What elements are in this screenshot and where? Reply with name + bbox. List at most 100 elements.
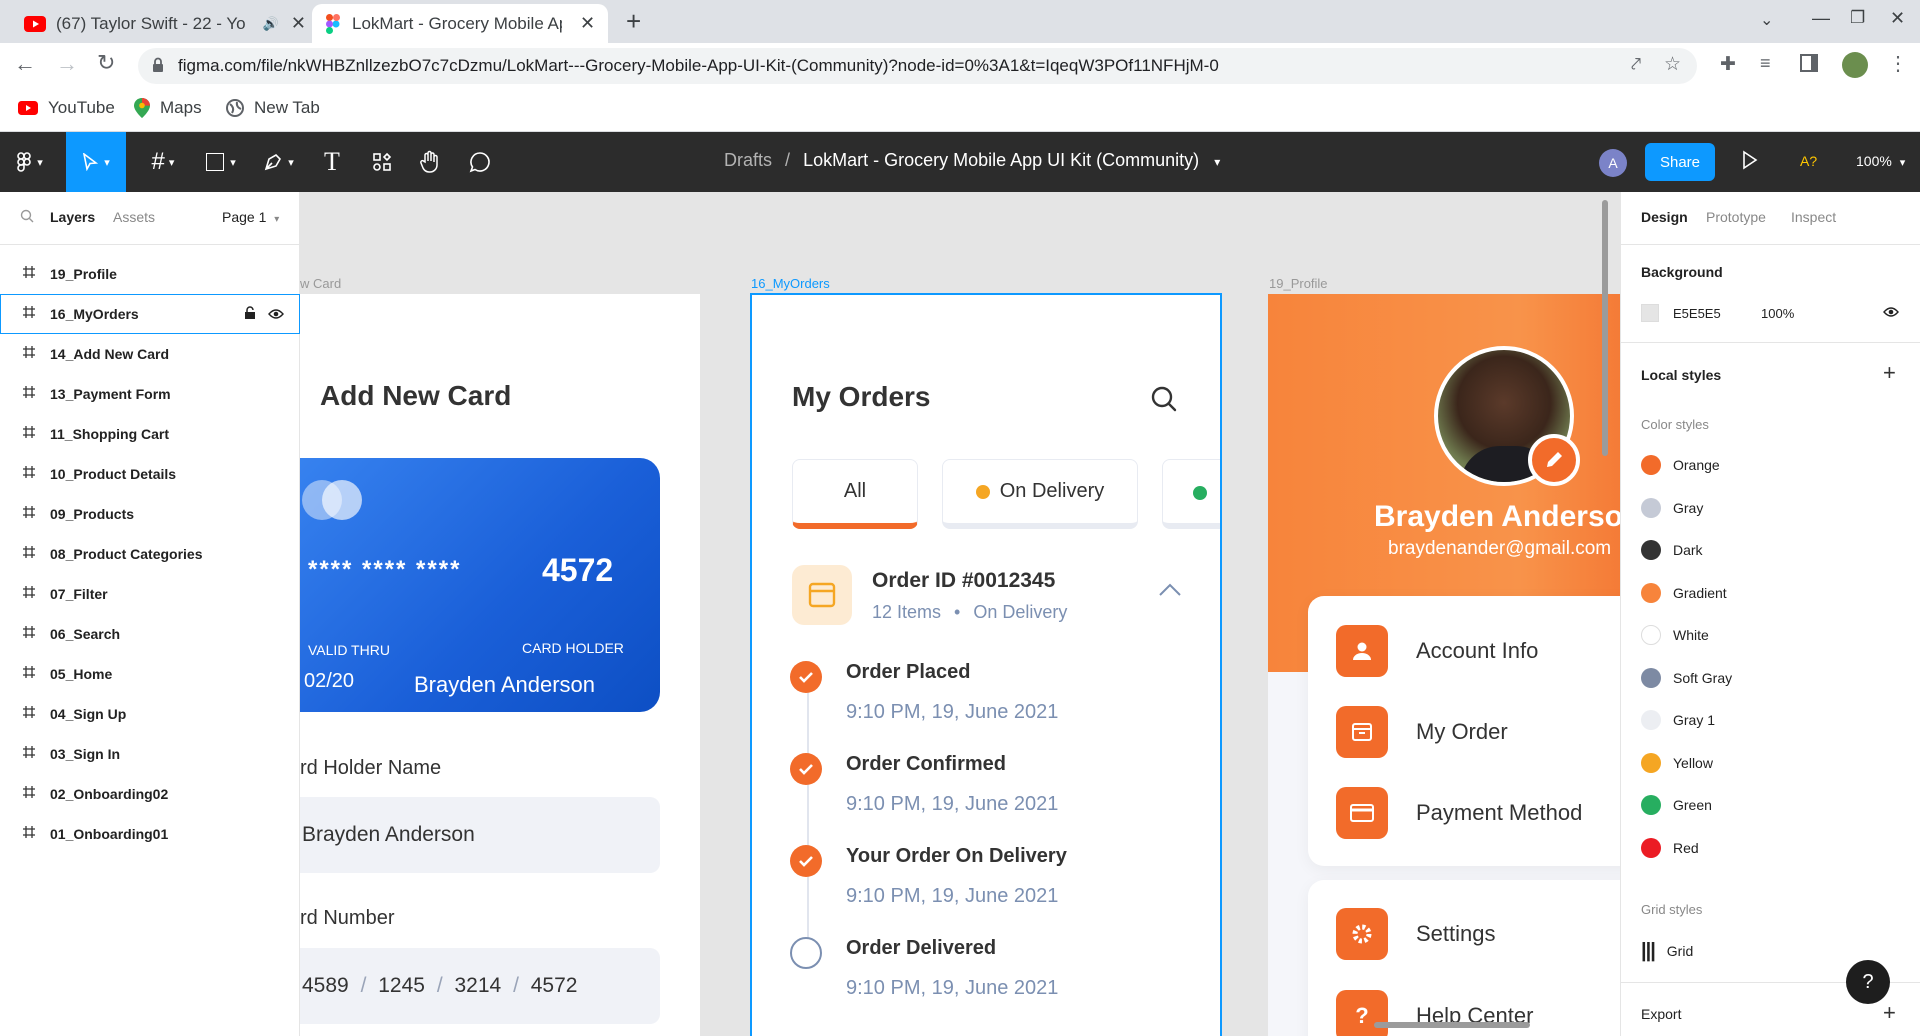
horizontal-scrollbar[interactable] [1374,1022,1530,1028]
menu-item-my-order[interactable]: My Order [1336,700,1508,764]
breadcrumb-drafts[interactable]: Drafts [724,150,772,170]
credit-card[interactable]: **** **** **** 4572 VALID THRU 02/20 CAR… [300,458,660,712]
bookmark-maps[interactable]: Maps [134,98,202,118]
grid-style-item[interactable]: ||| Grid [1641,936,1693,966]
layer-item[interactable]: 07_Filter [0,574,300,614]
eye-icon[interactable] [268,308,284,320]
layer-item[interactable]: 16_MyOrders [0,294,300,334]
extensions-icon[interactable]: ✚ [1720,53,1736,76]
text-tool[interactable]: T [312,132,352,192]
edit-avatar-button[interactable] [1528,434,1580,486]
color-style-item[interactable]: Orange [1641,450,1720,480]
tab-figma[interactable]: LokMart - Grocery Mobile Ap ✕ [312,4,608,43]
menu-item-settings[interactable]: Settings [1336,902,1496,966]
menu-item-payment-method[interactable]: Payment Method [1336,781,1582,845]
media-icon[interactable]: ≡ [1760,53,1771,74]
chevron-down-icon[interactable]: ▾ [1214,155,1220,169]
search-icon[interactable] [1150,385,1178,413]
layer-item[interactable]: 03_Sign In [0,734,300,774]
present-button[interactable] [1742,150,1758,170]
document-title[interactable]: Drafts / LokMart - Grocery Mobile App UI… [724,150,1220,171]
main-menu-button[interactable]: ▾ [0,132,60,192]
layer-item[interactable]: 08_Product Categories [0,534,300,574]
filter-tab-on-delivery[interactable]: On Delivery [942,459,1138,529]
frame-profile[interactable]: Brayden Anderson braydenander@gmail.com … [1268,294,1620,1036]
unlock-icon[interactable] [244,306,256,320]
close-tab-icon[interactable]: ✕ [291,13,306,34]
forward-icon[interactable]: → [56,51,78,77]
layer-item[interactable]: 02_Onboarding02 [0,774,300,814]
menu-item-help-center[interactable]: ? Help Center [1336,984,1533,1036]
color-style-item[interactable]: Red [1641,833,1699,863]
tab-youtube[interactable]: (67) Taylor Swift - 22 - Yo 🔊 ✕ [10,4,306,43]
reload-icon[interactable]: ↻ [97,50,115,76]
back-icon[interactable]: ← [14,51,36,77]
url-field[interactable]: figma.com/file/nkWHBZnllzezbO7c7cDzmu/Lo… [138,48,1697,84]
speaker-icon[interactable]: 🔊 [263,16,279,32]
vertical-scrollbar[interactable] [1602,200,1608,456]
color-style-item[interactable]: Green [1641,790,1712,820]
color-style-item[interactable]: Gray [1641,493,1703,523]
frame-label-profile[interactable]: 19_Profile [1269,276,1328,291]
color-style-item[interactable]: Dark [1641,535,1703,565]
color-style-item[interactable]: Yellow [1641,748,1713,778]
bookmark-youtube[interactable]: YouTube [18,98,115,118]
holder-name-input[interactable]: Brayden Anderson [300,797,660,873]
eye-icon[interactable] [1883,306,1899,318]
restore-icon[interactable]: ❐ [1850,8,1865,28]
move-tool[interactable]: ▾ [66,132,126,192]
frame-tool[interactable]: # ▾ [138,132,188,192]
chevron-up-icon[interactable] [1158,583,1182,597]
bookmark-new-tab[interactable]: New Tab [226,98,320,118]
share-icon[interactable]: ⤤ [1631,54,1641,75]
background-opacity-input[interactable]: 100% [1761,306,1794,321]
layer-item[interactable]: 06_Search [0,614,300,654]
zoom-dropdown[interactable]: 100% ▾ [1856,153,1905,169]
background-hex-input[interactable]: E5E5E5 [1673,306,1721,321]
avatar[interactable]: A [1599,149,1627,177]
filter-tab-all[interactable]: All [792,459,918,529]
frame-my-orders[interactable]: My Orders All On Delivery Order ID #0012… [750,293,1222,1036]
tab-prototype[interactable]: Prototype [1706,209,1766,225]
shape-tool[interactable]: ▾ [196,132,246,192]
close-tab-icon[interactable]: ✕ [580,13,595,34]
add-export-icon[interactable]: + [1883,1000,1896,1026]
menu-item-account-info[interactable]: Account Info [1336,619,1538,683]
resources-tool[interactable] [362,132,402,192]
color-style-item[interactable]: White [1641,620,1709,650]
layer-item[interactable]: 10_Product Details [0,454,300,494]
layer-item[interactable]: 14_Add New Card [0,334,300,374]
color-style-item[interactable]: Gray 1 [1641,705,1715,735]
layer-item[interactable]: 05_Home [0,654,300,694]
search-icon[interactable] [20,209,34,223]
filter-tab-delivered[interactable] [1162,459,1220,529]
close-window-icon[interactable]: ✕ [1890,8,1905,29]
tab-design[interactable]: Design [1641,209,1688,225]
layer-item[interactable]: 11_Shopping Cart [0,414,300,454]
comment-tool[interactable] [460,132,500,192]
background-swatch[interactable] [1641,304,1659,322]
frame-label-add-card[interactable]: w Card [300,276,341,291]
add-style-icon[interactable]: + [1883,360,1896,386]
frame-label-my-orders[interactable]: 16_MyOrders [751,276,830,291]
page-selector[interactable]: Page 1 ▾ [222,209,279,225]
pen-tool[interactable]: ▾ [254,132,304,192]
tab-layers[interactable]: Layers [50,209,95,225]
profile-avatar[interactable] [1842,52,1868,78]
new-tab-button[interactable]: + [626,6,641,37]
file-name[interactable]: LokMart - Grocery Mobile App UI Kit (Com… [803,150,1199,170]
chevron-down-icon[interactable]: ⌄ [1760,10,1773,30]
sidepanel-icon[interactable] [1800,54,1818,72]
minimize-icon[interactable]: — [1812,8,1830,29]
star-icon[interactable]: ☆ [1664,53,1681,76]
color-style-item[interactable]: Soft Gray [1641,663,1732,693]
layer-item[interactable]: 13_Payment Form [0,374,300,414]
share-button[interactable]: Share [1645,143,1715,181]
card-number-input[interactable]: 4589 / 1245 / 3214 / 4572 [300,948,660,1024]
hand-tool[interactable] [410,132,450,192]
menu-icon[interactable]: ⋮ [1888,51,1908,76]
layer-item[interactable]: 04_Sign Up [0,694,300,734]
missing-fonts-button[interactable]: A? [1800,153,1817,169]
layer-item[interactable]: 19_Profile [0,254,300,294]
layer-item[interactable]: 01_Onboarding01 [0,814,300,854]
